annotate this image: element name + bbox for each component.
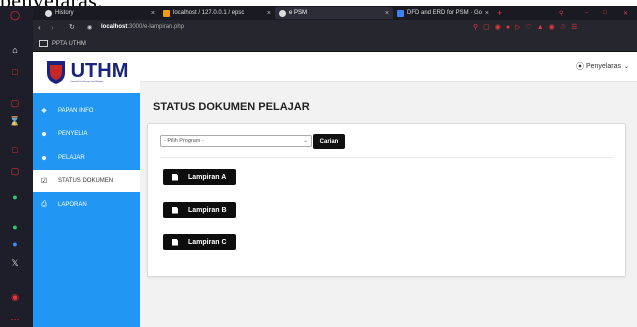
nav-papan-info[interactable]: ❖ PAPAN INFO (33, 100, 140, 122)
tab-label: History (55, 10, 74, 16)
nav-label: PAPAN INFO (58, 108, 94, 114)
bookmark-icon[interactable]: □ (9, 66, 21, 77)
chevron-down-icon: ⌄ (623, 64, 629, 70)
close-window-button[interactable]: ✕ (619, 7, 633, 19)
logo-subtext: Universiti Tun Hussein Onn Malaysia (70, 81, 104, 83)
bookmark-item[interactable]: PPTA UTHM (39, 40, 86, 47)
bullhorn-icon: ❖ (40, 108, 48, 115)
url-field[interactable]: localhost:3000/e-lampiran.php (101, 24, 184, 30)
chevron-down-icon: ⌄ (302, 138, 308, 144)
more-icon[interactable]: ⋯ (9, 314, 21, 325)
tab-google-doc[interactable]: DFD and ERD for PSM · Go × (393, 7, 493, 19)
search-button[interactable]: Carian (313, 134, 345, 149)
forward-icon[interactable]: › (51, 23, 54, 32)
tab-close-icon[interactable]: × (151, 10, 155, 17)
folder-icon (39, 40, 48, 47)
toolbar-icons[interactable]: ⚲▢◉●▷♡▲◉☃☰ (473, 23, 582, 31)
program-select-value: - Pilih Program - (164, 138, 204, 144)
file-icon (172, 238, 178, 246)
document-status-card: - Pilih Program - ⌄ Carian Lampiran A La… (147, 123, 626, 277)
user-menu[interactable]: ⦿ Penyelaras ⌄ (576, 61, 629, 72)
button-label: Lampiran C (188, 238, 227, 246)
nav-pelajar[interactable]: ☻ PELAJAR (33, 147, 140, 169)
user-icon: ☻ (40, 154, 48, 162)
search-tabs-icon[interactable]: ⚲ (555, 7, 569, 19)
url-host: localhost (101, 24, 128, 30)
nav-label: LAPORAN (58, 202, 87, 208)
browser-address-bar: ‹ › ↻ ◉ localhost:3000/e-lampiran.php ⚲▢… (33, 20, 637, 38)
tab-close-icon[interactable]: × (485, 10, 489, 17)
crest-icon (46, 61, 65, 84)
bookmarks-bar: PPTA UTHM (33, 38, 637, 52)
page-title: STATUS DOKUMEN PELAJAR (153, 101, 310, 113)
nav-label: STATUS DOKUMEN (58, 178, 114, 184)
tab-epsm[interactable]: e PSM × (275, 7, 393, 19)
wallet-icon[interactable]: ▢ (9, 166, 21, 177)
bookmark-label: PPTA UTHM (52, 40, 86, 47)
user-circle-icon: ⦿ (575, 62, 584, 71)
history-icon (45, 9, 52, 17)
print-icon: ⎙ (41, 201, 47, 208)
lampiran-b-button[interactable]: Lampiran B (163, 202, 236, 218)
back-icon[interactable]: ‹ (38, 23, 41, 32)
tab-label: e PSM (289, 10, 308, 16)
nav-penyelia[interactable]: ☻ PENYELIA (33, 123, 140, 145)
site-icon (279, 9, 286, 17)
phpmyadmin-icon (163, 9, 170, 17)
app-header: ⦿ Penyelaras ⌄ (140, 51, 637, 82)
file-icon (172, 206, 178, 214)
checkbox-icon: ☑ (40, 178, 48, 185)
tab-label: DFD and ERD for PSM · Go (407, 10, 483, 16)
browser-tab-bar: History × localhost / 127.0.0.1 / epsc ×… (33, 6, 637, 20)
tab-close-icon[interactable]: × (385, 10, 389, 17)
chat-icon[interactable]: □ (9, 144, 21, 155)
logo-text: UTHM (70, 60, 129, 82)
messenger-icon[interactable]: ● (9, 221, 21, 232)
docs-icon (397, 9, 404, 17)
lampiran-a-button[interactable]: Lampiran A (163, 169, 236, 185)
tab-history[interactable]: History × (41, 7, 159, 19)
nav-label: PENYELIA (58, 131, 88, 137)
button-label: Lampiran B (188, 206, 227, 214)
restore-button[interactable]: □ (599, 7, 613, 19)
user-label: Penyelaras (585, 63, 621, 70)
button-label: Lampiran A (188, 173, 227, 181)
nav-label: PELAJAR (58, 155, 85, 161)
program-select[interactable]: - Pilih Program - ⌄ (160, 135, 312, 147)
tab-label: localhost / 127.0.0.1 / epsc (173, 10, 245, 16)
whatsapp-icon[interactable]: ● (9, 191, 21, 202)
player-icon[interactable]: ◉ (9, 292, 21, 303)
divider (160, 157, 613, 158)
browser-menu-icon[interactable]: ◯ (9, 10, 21, 21)
new-tab-button[interactable]: + (493, 7, 507, 19)
browser-side-panel: ◯ ⌂ □ ▢ ⌛ □ ▢ ● ● ● 𝕏 ◉ ⋯ (0, 6, 33, 327)
hourglass-icon[interactable]: ⌛ (9, 116, 21, 127)
tab-close-icon[interactable]: × (267, 10, 271, 17)
url-path: :3000/e-lampiran.php (127, 24, 185, 30)
tab-phpmyadmin[interactable]: localhost / 127.0.0.1 / epsc × (159, 7, 275, 19)
reload-icon[interactable]: ↻ (69, 23, 75, 31)
home-icon[interactable]: ⌂ (9, 44, 21, 55)
x-icon[interactable]: 𝕏 (9, 258, 21, 269)
lampiran-c-button[interactable]: Lampiran C (163, 234, 236, 250)
screen-icon[interactable]: ▢ (9, 98, 21, 109)
site-info-icon[interactable]: ◉ (87, 24, 92, 31)
telegram-icon[interactable]: ● (9, 238, 21, 249)
logo[interactable]: UTHM Universiti Tun Hussein Onn Malaysia (33, 51, 140, 93)
nav-laporan[interactable]: ⎙ LAPORAN (33, 194, 140, 216)
file-icon (172, 173, 178, 181)
nav-status-dokumen[interactable]: ☑ STATUS DOKUMEN (33, 170, 140, 192)
minimize-button[interactable]: – (581, 7, 595, 19)
user-icon: ☻ (40, 130, 48, 138)
